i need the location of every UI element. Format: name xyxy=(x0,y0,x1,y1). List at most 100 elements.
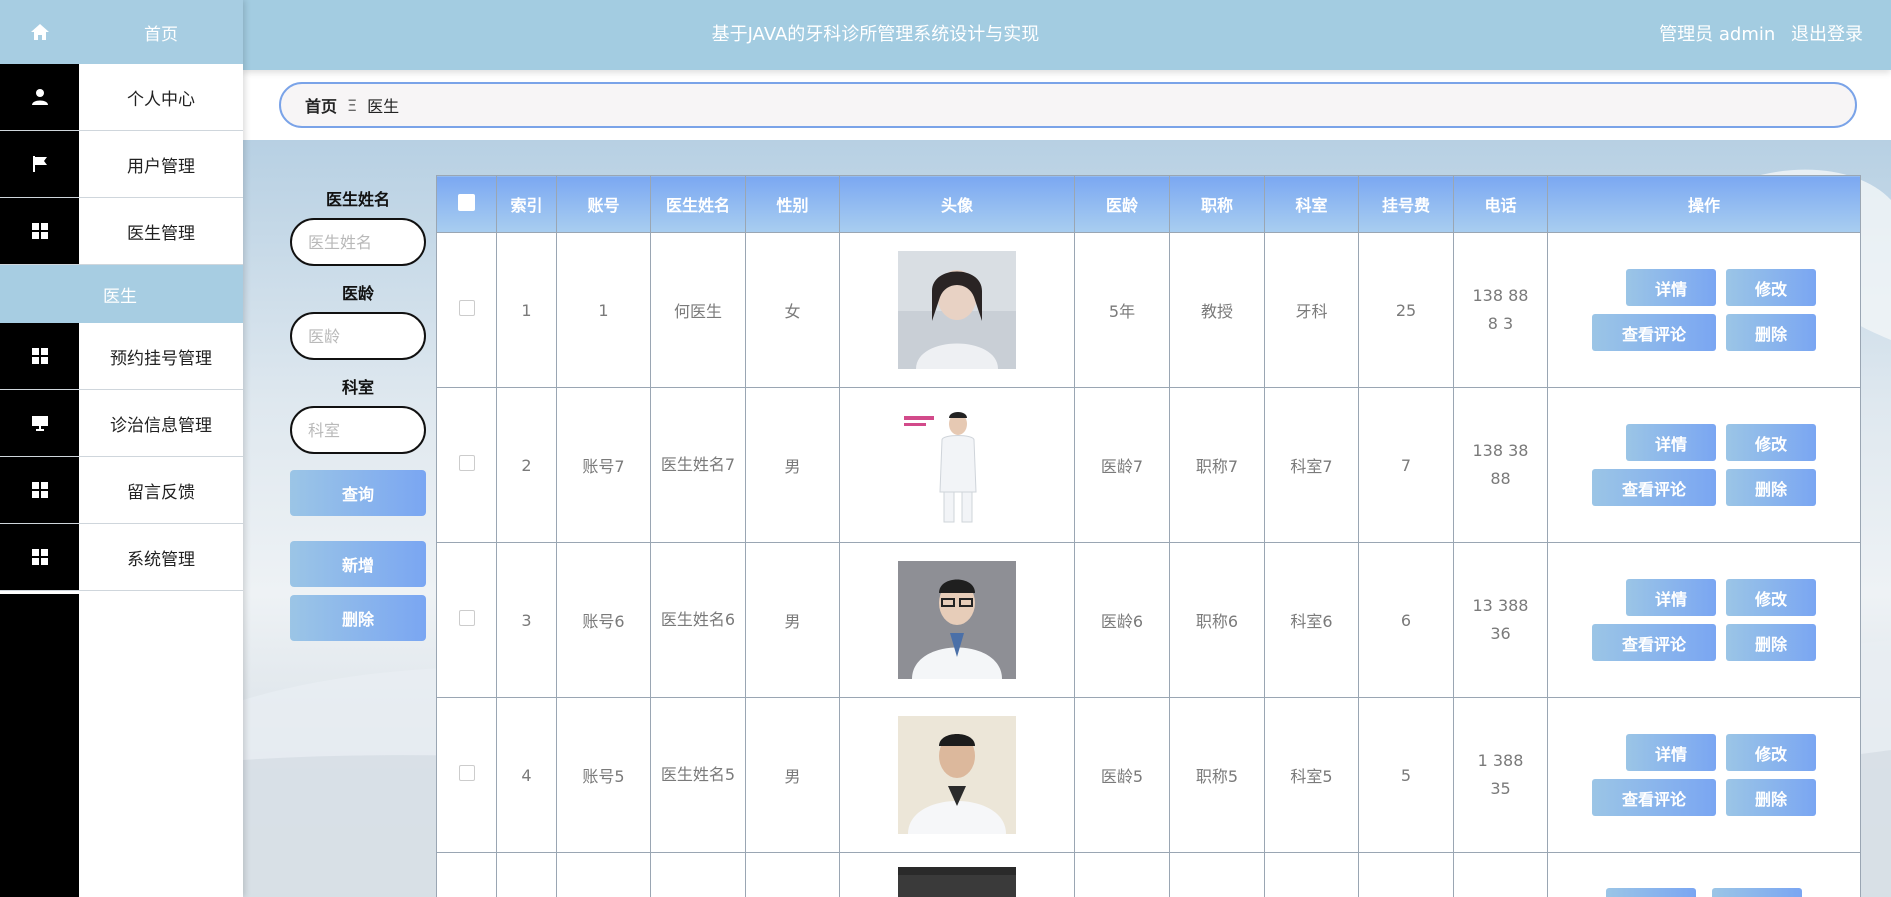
doctor-table-wrap: 索引 账号 医生姓名 性别 头像 医龄 职称 科室 挂号费 电话 操作 1 1 … xyxy=(436,175,1861,897)
doctor-name-label: 医生姓名 xyxy=(325,190,390,209)
sidebar-item-system[interactable]: 系统管理 xyxy=(0,524,243,591)
sidebar-subitem-doctor[interactable]: 医生 xyxy=(0,265,243,323)
cell-phone: 138 38 88 xyxy=(1453,387,1548,543)
add-button[interactable]: 新增 xyxy=(290,541,426,587)
row-checkbox[interactable] xyxy=(458,455,475,471)
current-user: 管理员 admin xyxy=(1659,24,1776,45)
doctor-avatar xyxy=(898,561,1016,679)
header-user-area: 管理员 admin 退出登录 xyxy=(1649,0,1863,70)
cell-fee: 25 xyxy=(1358,232,1454,388)
row-actions: 详情 修改 查看评论 删除 xyxy=(1548,269,1860,351)
breadcrumb-home[interactable]: 首页 xyxy=(305,93,337,117)
delete-button[interactable]: 删除 xyxy=(1726,314,1816,351)
cell-phone: 13 388 36 xyxy=(1453,542,1548,698)
breadcrumb-separator: Ξ xyxy=(347,95,358,115)
edit-button[interactable]: 修改 xyxy=(1726,579,1816,616)
view-comments-button[interactable]: 查看评论 xyxy=(1592,779,1716,816)
doctor-avatar xyxy=(898,716,1016,834)
department-input[interactable] xyxy=(290,406,426,454)
delete-button[interactable]: 删除 xyxy=(1726,469,1816,506)
delete-button[interactable]: 删除 xyxy=(1726,624,1816,661)
row-actions: 详情 修改 查看评论 删除 xyxy=(1548,424,1860,506)
doctor-age-input[interactable] xyxy=(290,312,426,360)
view-comments-button[interactable]: 查看评论 xyxy=(1592,624,1716,661)
view-comments-button[interactable]: 查看评论 xyxy=(1592,469,1716,506)
cell-gender: 男 xyxy=(745,542,840,698)
sidebar-item-label: 医生管理 xyxy=(127,223,195,244)
cell-name: 医生姓名5 xyxy=(650,697,746,853)
view-comments-button[interactable]: 查看评论 xyxy=(1592,314,1716,351)
cell-dept: 牙科 xyxy=(1264,232,1359,388)
row-checkbox[interactable] xyxy=(458,300,475,316)
search-panel: 医生姓名 医龄 科室 查询 新增 删除 xyxy=(290,186,426,641)
home-icon xyxy=(0,0,79,64)
top-header: 基于JAVA的牙科诊所管理系统设计与实现 管理员 admin 退出登录 xyxy=(243,0,1891,70)
detail-button[interactable]: 详情 xyxy=(1626,579,1716,616)
cell-fee: 5 xyxy=(1358,697,1454,853)
cell-name: 何医生 xyxy=(650,232,746,388)
sidebar-item-users[interactable]: 用户管理 xyxy=(0,131,243,198)
edit-button-partial[interactable] xyxy=(1711,888,1802,897)
doctor-name-input[interactable] xyxy=(290,218,426,266)
cell-gender: 男 xyxy=(745,387,840,543)
cell-fee: 7 xyxy=(1358,387,1454,543)
edit-button[interactable]: 修改 xyxy=(1726,269,1816,306)
cell-title: 职称7 xyxy=(1169,387,1265,543)
person-icon xyxy=(0,64,79,130)
detail-button-partial[interactable] xyxy=(1606,888,1697,897)
doctor-age-label: 医龄 xyxy=(341,284,374,303)
cell-age: 医龄7 xyxy=(1074,387,1170,543)
row-checkbox[interactable] xyxy=(458,765,475,781)
row-checkbox[interactable] xyxy=(458,610,475,626)
table-header-row: 索引 账号 医生姓名 性别 头像 医龄 职称 科室 挂号费 电话 操作 xyxy=(436,175,1861,233)
page-title: 基于JAVA的牙科诊所管理系统设计与实现 xyxy=(711,24,1040,45)
cell-name: 医生姓名6 xyxy=(650,542,746,698)
query-button[interactable]: 查询 xyxy=(290,470,426,516)
table-row xyxy=(436,852,1861,897)
cell-title: 职称6 xyxy=(1169,542,1265,698)
cell-index: 1 xyxy=(496,232,557,388)
doctor-table: 索引 账号 医生姓名 性别 头像 医龄 职称 科室 挂号费 电话 操作 1 1 … xyxy=(436,175,1861,897)
sidebar-item-doctors[interactable]: 医生管理 xyxy=(0,198,243,265)
sidebar-item-home[interactable]: 首页 xyxy=(0,0,243,64)
cell-age: 医龄5 xyxy=(1074,697,1170,853)
column-header: 头像 xyxy=(839,175,1075,233)
sidebar-item-feedback[interactable]: 留言反馈 xyxy=(0,457,243,524)
doctor-avatar xyxy=(898,251,1016,369)
select-all-checkbox[interactable] xyxy=(458,193,475,211)
table-row: 4 账号5 医生姓名5 男 医龄5 职称5 科室5 5 1 388 35 详情 … xyxy=(436,697,1861,853)
cell-age: 医龄6 xyxy=(1074,542,1170,698)
sidebar: 首页 个人中心 用户管理 医生管理 医生 预约挂号管理 诊治信息管理 留言反馈 … xyxy=(0,0,243,897)
main-content: 医生姓名 医龄 科室 查询 新增 删除 索引 账号 医生姓名 性别 头像 医龄 xyxy=(243,140,1891,897)
detail-button[interactable]: 详情 xyxy=(1626,269,1716,306)
doctor-avatar xyxy=(898,406,1016,524)
bulk-delete-button[interactable]: 删除 xyxy=(290,595,426,641)
sidebar-item-personal[interactable]: 个人中心 xyxy=(0,64,243,131)
cell-title: 教授 xyxy=(1169,232,1265,388)
sidebar-item-diagnosis[interactable]: 诊治信息管理 xyxy=(0,390,243,457)
column-header: 账号 xyxy=(556,175,651,233)
sidebar-icon-rail xyxy=(0,594,79,897)
cell-phone: 1 388 35 xyxy=(1453,697,1548,853)
cell-dept: 科室6 xyxy=(1264,542,1359,698)
cell-gender: 女 xyxy=(745,232,840,388)
breadcrumb-bar: 首页 Ξ 医生 xyxy=(243,70,1891,140)
detail-button[interactable]: 详情 xyxy=(1626,424,1716,461)
department-label: 科室 xyxy=(341,378,374,397)
column-header: 职称 xyxy=(1169,175,1265,233)
grid-icon xyxy=(0,457,79,523)
monitor-icon xyxy=(0,390,79,456)
edit-button[interactable]: 修改 xyxy=(1726,424,1816,461)
logout-link[interactable]: 退出登录 xyxy=(1791,24,1863,45)
column-header: 医龄 xyxy=(1074,175,1170,233)
cell-account: 账号5 xyxy=(556,697,651,853)
sidebar-item-appointments[interactable]: 预约挂号管理 xyxy=(0,323,243,390)
cell-phone: 138 88 8 3 xyxy=(1453,232,1548,388)
sidebar-item-label: 首页 xyxy=(144,24,178,45)
sidebar-item-label: 留言反馈 xyxy=(127,482,195,503)
select-all-cell xyxy=(436,175,497,233)
delete-button[interactable]: 删除 xyxy=(1726,779,1816,816)
cell-account: 1 xyxy=(556,232,651,388)
detail-button[interactable]: 详情 xyxy=(1626,734,1716,771)
edit-button[interactable]: 修改 xyxy=(1726,734,1816,771)
